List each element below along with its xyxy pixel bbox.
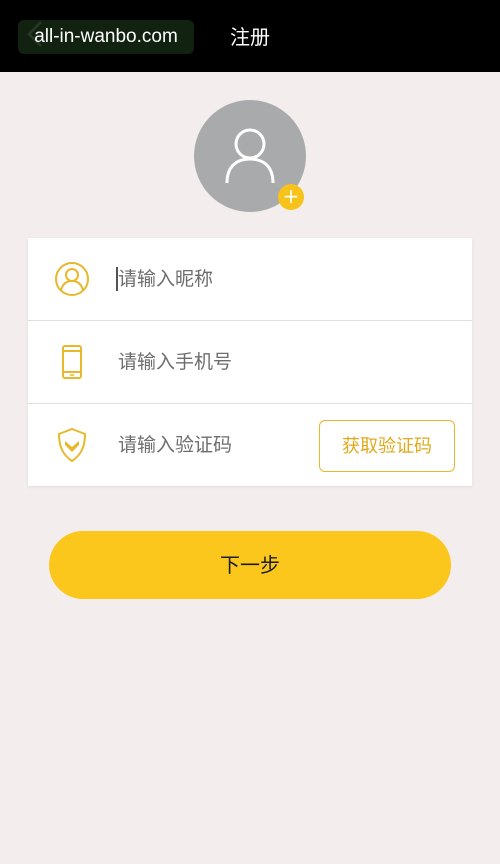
user-circle-icon <box>54 261 90 297</box>
shield-icon <box>54 427 90 463</box>
next-step-button[interactable]: 下一步 <box>49 531 451 599</box>
nickname-row <box>28 238 472 320</box>
phone-icon <box>54 344 90 380</box>
watermark-label: all-in-wanbo.com <box>18 20 194 54</box>
top-bar: all-in-wanbo.com 注册 <box>0 0 500 72</box>
phone-input[interactable] <box>118 345 438 379</box>
code-row: 获取验证码 <box>28 404 472 486</box>
phone-row <box>28 321 472 403</box>
plus-icon[interactable]: + <box>278 184 304 210</box>
register-form: 获取验证码 <box>28 238 472 486</box>
verification-code-input[interactable] <box>118 428 308 462</box>
nickname-input[interactable] <box>118 262 438 296</box>
get-code-button[interactable]: 获取验证码 <box>319 420 455 472</box>
person-icon <box>225 128 275 184</box>
page-title: 注册 <box>230 25 270 49</box>
